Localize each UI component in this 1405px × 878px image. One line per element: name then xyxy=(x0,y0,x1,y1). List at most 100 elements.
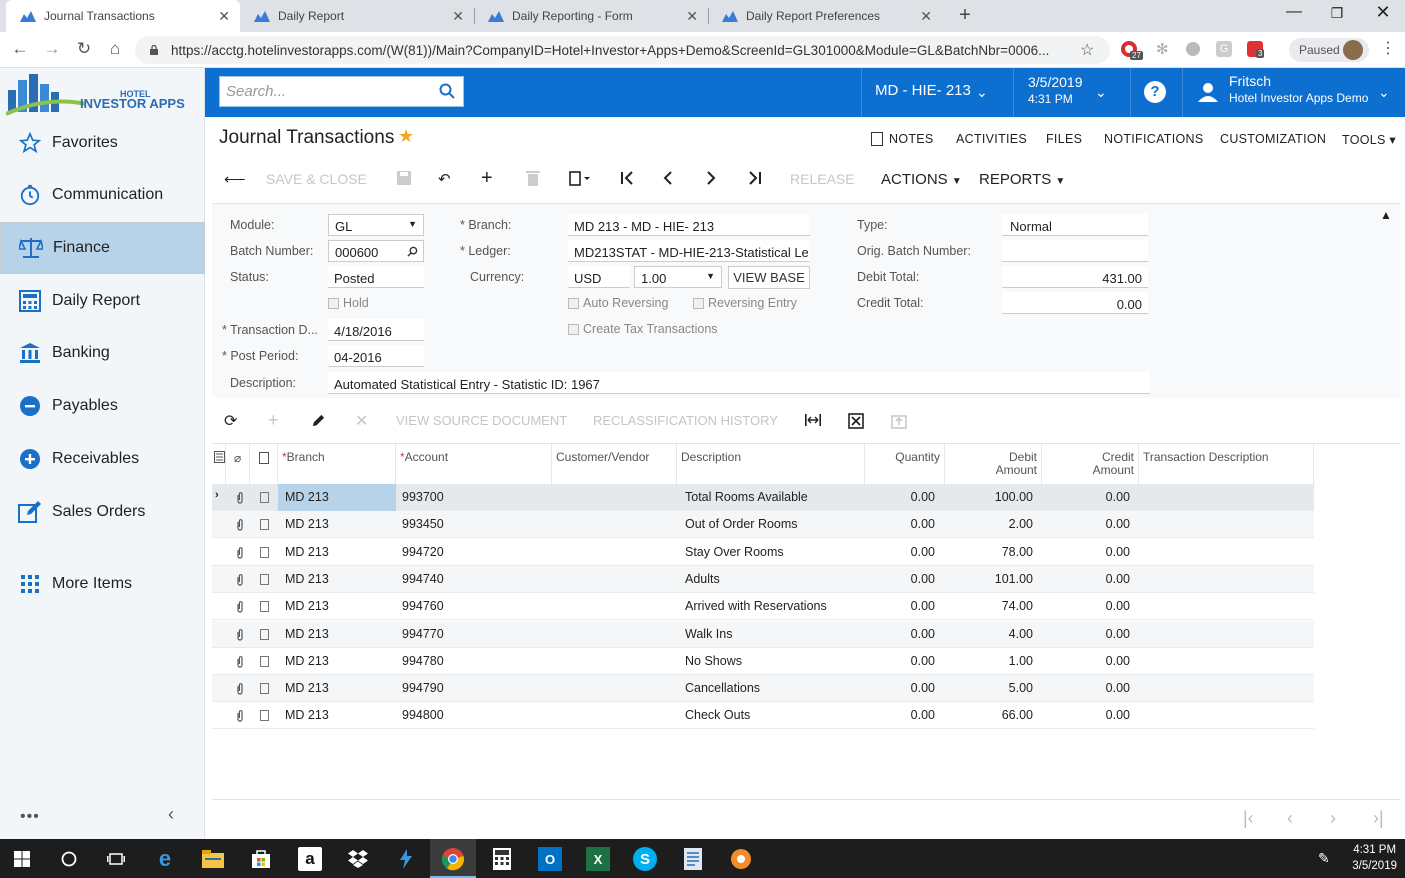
help-icon[interactable]: ? xyxy=(1144,81,1166,103)
attachment-icon[interactable] xyxy=(236,574,244,589)
upload-icon[interactable] xyxy=(891,413,907,432)
bolt-app-icon[interactable] xyxy=(394,847,418,871)
attachment-icon[interactable] xyxy=(236,519,244,534)
browser-tab[interactable]: Daily Report ✕ xyxy=(240,0,474,32)
cell-account[interactable]: 994790 xyxy=(402,681,444,695)
table-row[interactable]: MD 213 994760 Arrived with Reservations 0.0… xyxy=(212,593,1314,621)
attachment-icon[interactable] xyxy=(236,655,244,671)
collapse-sidebar-icon[interactable]: ‹ xyxy=(168,804,174,825)
column-header-branch[interactable]: *Branch xyxy=(278,444,396,484)
new-tab-icon[interactable]: + xyxy=(955,4,975,27)
store-icon[interactable] xyxy=(249,847,273,871)
delete-icon[interactable] xyxy=(526,170,540,190)
restore-icon[interactable]: ❐ xyxy=(1322,5,1352,22)
last-record-icon[interactable] xyxy=(747,170,763,190)
sidebar-item-payables[interactable]: Payables xyxy=(0,380,205,432)
first-record-icon[interactable] xyxy=(619,170,635,190)
cell-credit[interactable]: 0.00 xyxy=(1042,517,1130,531)
post-period-field[interactable]: 04-2016 xyxy=(328,345,424,367)
export-excel-icon[interactable] xyxy=(848,413,864,432)
cell-debit[interactable]: 100.00 xyxy=(945,490,1033,504)
cell-credit[interactable]: 0.00 xyxy=(1042,708,1130,722)
sidebar-item-communication[interactable]: Communication xyxy=(0,169,205,221)
cell-description[interactable]: Cancellations xyxy=(685,681,760,695)
snip-app-icon[interactable] xyxy=(729,847,753,871)
sidebar-item-favorites[interactable]: Favorites xyxy=(0,117,205,169)
search-input[interactable]: Search... xyxy=(219,76,464,107)
save-close-button[interactable]: SAVE & CLOSE xyxy=(266,171,367,187)
note-icon[interactable] xyxy=(871,132,883,146)
grid-settings-icon[interactable] xyxy=(214,451,225,463)
close-tab-icon[interactable]: ✕ xyxy=(452,8,464,25)
notes-link[interactable]: NOTES xyxy=(889,132,934,146)
cell-debit[interactable]: 78.00 xyxy=(945,545,1033,559)
cell-account[interactable]: 993450 xyxy=(402,517,444,531)
branch-field[interactable]: MD 213 - MD - HIE- 213 xyxy=(568,214,810,236)
chrome-taskbar-active[interactable] xyxy=(430,839,476,878)
create-tax-checkbox[interactable] xyxy=(568,324,579,335)
cell-description[interactable]: No Shows xyxy=(685,654,742,668)
hold-checkbox[interactable] xyxy=(328,298,339,309)
cell-credit[interactable]: 0.00 xyxy=(1042,599,1130,613)
forward-icon[interactable]: → xyxy=(40,39,64,61)
row-note-icon[interactable] xyxy=(260,573,269,585)
sidebar-item-finance[interactable]: Finance xyxy=(0,222,205,274)
row-note-icon[interactable] xyxy=(260,546,269,558)
batch-number-field[interactable]: 000600 xyxy=(328,240,424,262)
add-row-icon[interactable]: + xyxy=(268,410,279,431)
close-window-icon[interactable]: ✕ xyxy=(1368,2,1398,23)
attachment-icon[interactable] xyxy=(236,546,244,562)
extension-circle-icon[interactable] xyxy=(1186,42,1200,56)
cell-branch[interactable]: MD 213 xyxy=(285,572,329,586)
cell-credit[interactable]: 0.00 xyxy=(1042,545,1130,559)
column-header-credit[interactable]: Credit Amount xyxy=(1042,444,1139,484)
activities-link[interactable]: ACTIVITIES xyxy=(956,132,1027,146)
transaction-date-field[interactable]: 4/18/2016 xyxy=(328,319,424,341)
cell-branch[interactable]: MD 213 xyxy=(285,545,329,559)
cell-quantity[interactable]: 0.00 xyxy=(865,490,935,504)
favorite-star-icon[interactable]: ★ xyxy=(398,126,414,147)
column-header-debit[interactable]: Debit Amount xyxy=(945,444,1042,484)
back-icon[interactable]: ← xyxy=(8,39,32,61)
table-row[interactable]: MD 213 994720 Stay Over Rooms 0.00 78.00 0.00 xyxy=(212,539,1314,566)
close-tab-icon[interactable]: ✕ xyxy=(920,8,932,25)
table-row[interactable]: MD 213 994770 Walk Ins 0.00 4.00 0.00 xyxy=(212,620,1314,648)
pager-next-icon[interactable]: › xyxy=(1330,808,1336,829)
task-view-icon[interactable] xyxy=(104,847,128,871)
cell-credit[interactable]: 0.00 xyxy=(1042,681,1130,695)
cell-credit[interactable]: 0.00 xyxy=(1042,627,1130,641)
cell-quantity[interactable]: 0.00 xyxy=(865,708,935,722)
cell-account[interactable]: 994740 xyxy=(402,572,444,586)
sidebar-item-receivables[interactable]: Receivables xyxy=(0,433,205,485)
cell-description[interactable]: Walk Ins xyxy=(685,627,732,641)
sidebar-item-more-items[interactable]: More Items xyxy=(0,558,205,610)
customization-link[interactable]: CUSTOMIZATION xyxy=(1220,132,1326,146)
calculator-app-icon[interactable] xyxy=(490,847,514,871)
table-row[interactable]: MD 213 994740 Adults 0.00 101.00 0.00 xyxy=(212,565,1314,593)
cell-description[interactable]: Stay Over Rooms xyxy=(685,545,784,559)
table-row[interactable]: MD 213 993450 Out of Order Rooms 0.00 2.00 0.… xyxy=(212,511,1314,539)
bookmark-star-icon[interactable]: ☆ xyxy=(1080,40,1094,60)
previous-record-icon[interactable] xyxy=(662,170,674,190)
attachment-icon[interactable] xyxy=(236,601,244,616)
table-row[interactable]: › MD 213 993700 Total Rooms Available 0.00 10… xyxy=(212,484,1314,511)
row-note-icon[interactable] xyxy=(260,628,269,640)
row-note-icon[interactable] xyxy=(260,710,269,722)
cell-debit[interactable]: 74.00 xyxy=(945,599,1033,613)
next-record-icon[interactable] xyxy=(705,170,717,190)
row-note-icon[interactable] xyxy=(260,683,269,695)
currency-field[interactable]: USD xyxy=(568,266,630,288)
cell-account[interactable]: 994800 xyxy=(402,708,444,722)
skype-icon[interactable]: S xyxy=(633,847,657,871)
cell-quantity[interactable]: 0.00 xyxy=(865,681,935,695)
fit-columns-icon[interactable] xyxy=(804,413,822,430)
row-note-icon[interactable] xyxy=(260,601,269,613)
edge-browser-icon[interactable]: e xyxy=(153,846,177,871)
column-header-transaction-description[interactable]: Transaction Description xyxy=(1139,444,1314,484)
auto-reversing-checkbox[interactable] xyxy=(568,298,579,309)
actions-menu[interactable]: ACTIONS ▼ xyxy=(881,171,962,188)
ledger-field[interactable]: MD213STAT - MD-HIE-213-Statistical Le xyxy=(568,240,810,262)
search-circle-icon[interactable] xyxy=(57,847,81,871)
cell-description[interactable]: Out of Order Rooms xyxy=(685,517,798,531)
cell-account[interactable]: 994760 xyxy=(402,599,444,613)
